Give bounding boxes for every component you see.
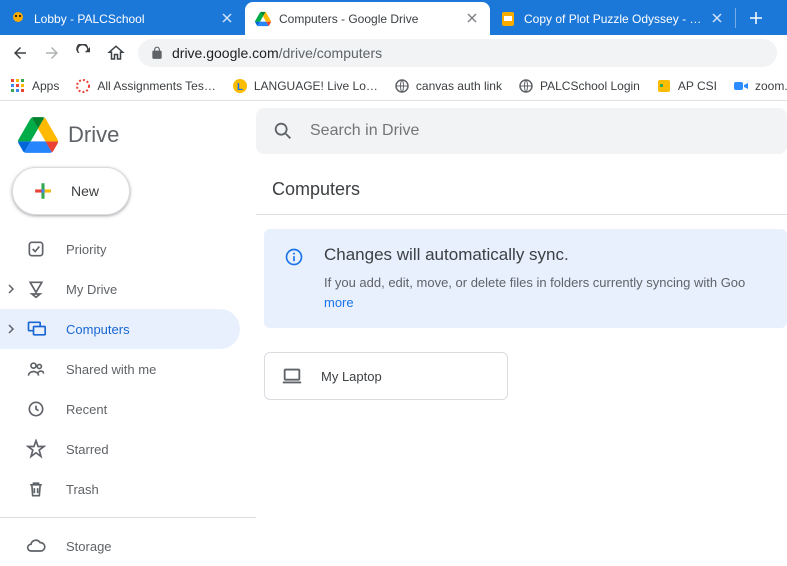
browser-tab[interactable]: Lobby - PALCSchool: [0, 2, 245, 35]
recent-icon: [26, 399, 46, 419]
search-wrap: [256, 101, 787, 161]
drive-logo-icon: [18, 117, 58, 153]
reload-button[interactable]: [74, 43, 94, 63]
bookmark-label: LANGUAGE! Live Lo…: [254, 79, 378, 93]
new-button[interactable]: New: [12, 167, 130, 215]
sidebar-item-storage[interactable]: Storage: [0, 526, 240, 566]
close-icon[interactable]: [221, 12, 235, 26]
tab-title: Copy of Plot Puzzle Odyssey - Go: [524, 12, 703, 26]
bookmark-label: canvas auth link: [416, 79, 502, 93]
sidebar-item-label: Shared with me: [66, 362, 156, 377]
sidebar-item-computers[interactable]: Computers: [0, 309, 240, 349]
sidebar-item-label: My Drive: [66, 282, 117, 297]
url-domain: drive.google.com: [172, 45, 279, 61]
apps-grid-icon: [10, 78, 26, 94]
bookmark-favicon-icon: [75, 78, 91, 94]
info-banner-title: Changes will automatically sync.: [324, 245, 745, 265]
computers-icon: [26, 319, 46, 339]
bookmark-item[interactable]: AP CSI: [656, 78, 717, 94]
sidebar-item-label: Recent: [66, 402, 107, 417]
drive-logo[interactable]: Drive: [0, 109, 256, 167]
globe-icon: [394, 78, 410, 94]
tab-title: Lobby - PALCSchool: [34, 12, 213, 26]
search-input[interactable]: [310, 122, 771, 140]
device-name: My Laptop: [321, 369, 382, 384]
browser-tab-bar: Lobby - PALCSchool Computers - Google Dr…: [0, 0, 787, 35]
bookmark-label: AP CSI: [678, 79, 717, 93]
divider: [0, 517, 256, 518]
address-bar[interactable]: drive.google.com/drive/computers: [138, 39, 777, 67]
bookmarks-bar: Apps All Assignments Tes… L LANGUAGE! Li…: [0, 71, 787, 101]
main-content: Computers Changes will automatically syn…: [256, 101, 787, 558]
chevron-right-icon[interactable]: [6, 284, 18, 294]
sidebar: Drive New Priority My Drive Computers Sh…: [0, 101, 256, 558]
chevron-right-icon[interactable]: [6, 324, 18, 334]
sidebar-item-priority[interactable]: Priority: [0, 229, 240, 269]
apps-button[interactable]: Apps: [10, 78, 59, 94]
favicon: [10, 11, 26, 27]
slides-favicon-icon: [500, 11, 516, 27]
device-card[interactable]: My Laptop: [264, 352, 508, 400]
sidebar-item-trash[interactable]: Trash: [0, 469, 240, 509]
device-grid: My Laptop: [256, 328, 787, 400]
search-box[interactable]: [256, 108, 787, 154]
browser-tab[interactable]: Copy of Plot Puzzle Odyssey - Go: [490, 2, 735, 35]
svg-text:L: L: [237, 82, 243, 93]
priority-icon: [26, 239, 46, 259]
bookmark-item[interactable]: zoom.us: [733, 78, 787, 94]
info-banner-desc: If you add, edit, move, or delete files …: [324, 273, 745, 312]
sidebar-item-starred[interactable]: Starred: [0, 429, 240, 469]
bookmark-label: Apps: [32, 79, 59, 93]
sidebar-item-label: Starred: [66, 442, 109, 457]
lock-icon: [150, 46, 164, 60]
zoom-favicon-icon: [733, 78, 749, 94]
laptop-icon: [281, 365, 303, 387]
globe-icon: [518, 78, 534, 94]
tab-separator: [735, 8, 736, 28]
browser-toolbar: drive.google.com/drive/computers: [0, 35, 787, 71]
new-button-label: New: [71, 183, 99, 199]
tab-title: Computers - Google Drive: [279, 12, 458, 26]
bookmark-favicon-icon: [656, 78, 672, 94]
plus-icon: [29, 177, 57, 205]
forward-button[interactable]: [42, 43, 62, 63]
page-title: Computers: [256, 161, 787, 215]
star-icon: [26, 439, 46, 459]
new-tab-button[interactable]: [742, 4, 770, 32]
learn-more-link[interactable]: more: [324, 295, 354, 310]
sidebar-item-label: Trash: [66, 482, 99, 497]
bookmark-label: All Assignments Tes…: [97, 79, 216, 93]
url-path: /drive/computers: [279, 45, 382, 61]
bookmark-item[interactable]: L LANGUAGE! Live Lo…: [232, 78, 378, 94]
bookmark-item[interactable]: All Assignments Tes…: [75, 78, 216, 94]
drive-brand-text: Drive: [68, 122, 119, 148]
bookmark-item[interactable]: PALCSchool Login: [518, 78, 640, 94]
bookmark-label: PALCSchool Login: [540, 79, 640, 93]
browser-tab[interactable]: Computers - Google Drive: [245, 2, 490, 35]
my-drive-icon: [26, 279, 46, 299]
back-button[interactable]: [10, 43, 30, 63]
drive-app: Drive New Priority My Drive Computers Sh…: [0, 101, 787, 558]
shared-icon: [26, 359, 46, 379]
close-icon[interactable]: [711, 12, 725, 26]
trash-icon: [26, 479, 46, 499]
sidebar-item-label: Computers: [66, 322, 130, 337]
drive-favicon-icon: [255, 11, 271, 27]
sidebar-item-label: Priority: [66, 242, 106, 257]
search-icon: [272, 120, 294, 142]
home-button[interactable]: [106, 43, 126, 63]
sidebar-item-label: Storage: [66, 539, 112, 554]
bookmark-favicon-icon: L: [232, 78, 248, 94]
sidebar-item-shared[interactable]: Shared with me: [0, 349, 240, 389]
sidebar-item-recent[interactable]: Recent: [0, 389, 240, 429]
info-text: Changes will automatically sync. If you …: [324, 245, 745, 312]
bookmark-label: zoom.us: [755, 79, 787, 93]
close-icon[interactable]: [466, 12, 480, 26]
sidebar-item-my-drive[interactable]: My Drive: [0, 269, 240, 309]
info-icon: [284, 247, 304, 312]
cloud-icon: [26, 536, 46, 556]
info-banner: Changes will automatically sync. If you …: [264, 229, 787, 328]
bookmark-item[interactable]: canvas auth link: [394, 78, 502, 94]
